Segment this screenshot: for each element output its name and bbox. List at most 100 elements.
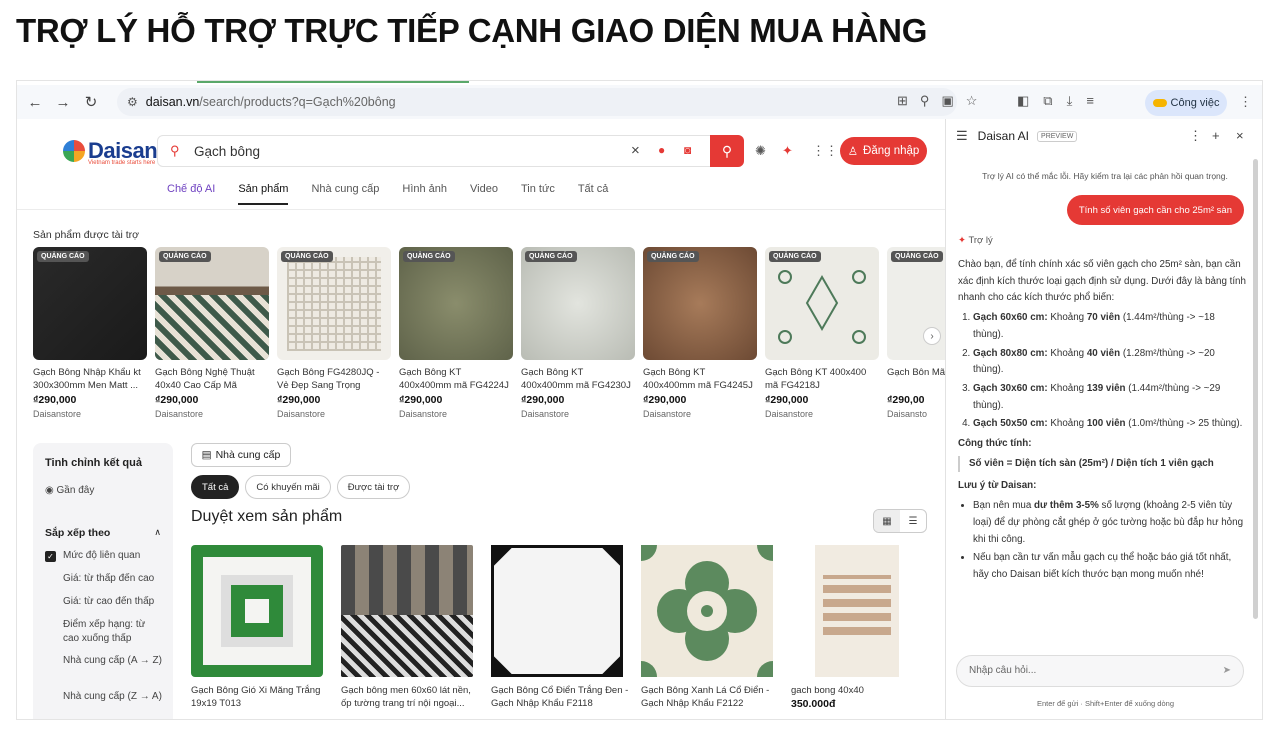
site-info-icon[interactable]: ⚙ <box>127 95 138 109</box>
product-card[interactable]: QUẢNG CÁO Gạch Bông KT 400x400mm mã FG42… <box>643 247 759 419</box>
browse-card[interactable]: Gạch Bông Xanh Lá Cổ Điển - Gạch Nhập Kh… <box>641 545 781 711</box>
product-price: 350.000đ <box>791 698 836 710</box>
ad-badge: QUẢNG CÁO <box>403 251 455 262</box>
browse-card[interactable]: Gạch Bông Gió Xi Măng Trắng 19x19 T013 <box>191 545 331 711</box>
note-text: Bạn nên mua <box>973 500 1035 512</box>
chip-sponsored[interactable]: Được tài trợ <box>336 475 411 499</box>
product-name: Gạch Bông Xanh Lá Cổ Điển - Gạch Nhập Kh… <box>641 685 770 709</box>
ai-sparkle-icon[interactable]: ✦ <box>782 143 793 159</box>
product-card[interactable]: QUẢNG CÁO Gạch Bông FG4280JQ - Vẻ Đẹp Sa… <box>277 247 393 419</box>
product-card[interactable]: QUẢNG CÁO Gạch Bông KT 400x400 mã FG4218… <box>765 247 881 419</box>
product-store: Daisanstore <box>277 409 326 419</box>
ad-badge: QUẢNG CÁO <box>525 251 577 262</box>
ad-badge: QUẢNG CÁO <box>37 251 89 262</box>
tab-video[interactable]: Video <box>470 183 498 205</box>
apps-grid-icon[interactable]: ⋮⋮ <box>812 143 838 159</box>
product-store: Daisanstore <box>33 409 82 419</box>
tab-suppliers[interactable]: Nhà cung cấp <box>311 183 379 205</box>
profile-label: Công việc <box>1170 97 1220 109</box>
daisan-page: Daisan Vietnam trade starts here ⚲ Gạch … <box>17 119 945 719</box>
extension-translate-icon[interactable]: ◧ <box>1017 93 1029 109</box>
sort-section-header[interactable]: Sắp xếp theo ∧ <box>45 527 161 539</box>
chip-all[interactable]: Tất cả <box>191 475 240 499</box>
grid-view-icon[interactable]: ▦ <box>874 510 900 532</box>
filter-chips: Tất cả Có khuyến mãi Được tài trợ <box>191 475 411 499</box>
list-item-count: 40 viên <box>1086 347 1121 359</box>
supplier-button[interactable]: ▤ Nhà cung cấp <box>191 443 291 467</box>
product-name: Gạch Bông Nhập Khẩu kt 300x300mm Men Mat… <box>33 367 141 391</box>
profile-button[interactable]: Công việc <box>1145 90 1227 116</box>
login-button[interactable]: ♙ Đăng nhập <box>840 137 927 165</box>
reload-icon[interactable]: ↻ <box>81 93 101 111</box>
product-store: Daisanstore <box>155 409 204 419</box>
product-price: ₫290,000 <box>277 394 321 406</box>
tab-products[interactable]: Sản phẩm <box>238 183 289 205</box>
sort-option-price-desc[interactable]: Giá: từ cao đến thấp <box>63 595 163 609</box>
list-item-count: 70 viên <box>1086 312 1121 324</box>
send-icon[interactable]: ➤ <box>1223 665 1231 676</box>
tile-pattern <box>778 270 866 344</box>
forward-icon[interactable]: → <box>53 94 73 111</box>
search-input[interactable]: Gạch bông <box>194 144 260 159</box>
sort-option-supplier-za[interactable]: Nhà cung cấp (Z → A) <box>63 690 163 704</box>
product-card[interactable]: QUẢNG CÁO Gạch Bông Nghệ Thuật 40x40 Cao… <box>155 247 271 419</box>
product-price: ₫290,000 <box>643 394 687 406</box>
sort-option-supplier-az[interactable]: Nhà cung cấp (A → Z) <box>63 654 163 668</box>
new-chat-icon[interactable]: + <box>1212 128 1220 143</box>
product-store: Daisansto <box>887 409 928 419</box>
carousel-next-button[interactable]: › <box>923 327 941 345</box>
browser-menu-icon[interactable]: ⋮ <box>1239 94 1252 110</box>
product-price: ₫290,000 <box>765 394 809 406</box>
product-card[interactable]: QUẢNG CÁO Gạch Bông KT 400x400mm mã FG42… <box>399 247 515 419</box>
search-box[interactable]: ⚲ Gạch bông × ● ◙ ⚲ <box>157 135 744 167</box>
chat-input[interactable]: Nhập câu hỏi... ➤ <box>956 655 1244 687</box>
translate-icon[interactable]: ⊞ <box>897 93 908 109</box>
near-me-option[interactable]: ◉ Gần đây <box>45 485 94 496</box>
list-item-text: (1.0m²/thùng -> 25 thùng). <box>1125 418 1243 430</box>
address-bar[interactable]: ⚙ daisan.vn/search/products?q=Gạch%20bôn… <box>117 88 957 116</box>
product-name: Gạch Bôn Mã FG42 <box>887 367 945 378</box>
product-name: Gạch Bông Cổ Điển Trắng Đen - Gạch Nhập … <box>491 685 629 709</box>
sponsored-title: Sản phẩm được tài trợ <box>33 229 140 241</box>
more-icon[interactable]: ⋮ <box>1189 128 1202 144</box>
theme-icon[interactable]: ✺ <box>755 143 766 159</box>
camera-icon[interactable]: ◙ <box>684 143 691 157</box>
zoom-icon[interactable]: ⚲ <box>920 93 930 109</box>
sort-option-price-asc[interactable]: Giá: từ thấp đến cao <box>63 572 163 586</box>
browse-card[interactable]: Gạch Bông Cổ Điển Trắng Đen - Gạch Nhập … <box>491 545 631 711</box>
mic-icon[interactable]: ● <box>658 143 665 157</box>
product-card[interactable]: QUẢNG CÁO Gạch Bông KT 400x400mm mã FG42… <box>521 247 637 419</box>
panel-scrollbar[interactable] <box>1253 159 1258 619</box>
chip-promo[interactable]: Có khuyến mãi <box>245 475 331 499</box>
sort-option-rating[interactable]: Điểm xếp hạng: từ cao xuống thấp <box>63 618 163 646</box>
location-icon: ◉ <box>45 485 54 496</box>
clear-icon[interactable]: × <box>631 142 640 159</box>
extensions-puzzle-icon[interactable]: ⧉ <box>1043 93 1052 109</box>
daisan-logo[interactable]: Daisan Vietnam trade starts here <box>63 138 158 166</box>
chevron-up-icon: ∧ <box>154 527 161 537</box>
menu-icon[interactable]: ☰ <box>956 128 968 144</box>
tab-all[interactable]: Tất cả <box>578 183 609 205</box>
download-icon[interactable]: ⤓ <box>1067 93 1073 109</box>
assistant-intro: Chào bạn, để tính chính xác số viên gạch… <box>958 259 1246 304</box>
store-icon: ▤ <box>201 449 212 461</box>
browser-window: ← → ↻ ⚙ daisan.vn/search/products?q=Gạch… <box>16 80 1263 720</box>
back-icon[interactable]: ← <box>25 94 45 111</box>
user-message: Tính số viên gạch cần cho 25m² sàn <box>1066 195 1244 225</box>
reading-list-icon[interactable]: ≡ <box>1086 93 1094 109</box>
bookmark-star-icon[interactable]: ☆ <box>966 93 978 109</box>
sort-option-relevance[interactable]: Mức độ liên quan <box>63 549 163 563</box>
product-card[interactable]: QUẢNG CÁO Gạch Bông Nhập Khẩu kt 300x300… <box>33 247 149 419</box>
search-button[interactable]: ⚲ <box>710 135 744 167</box>
tab-ai-mode[interactable]: Chế độ AI <box>167 183 215 205</box>
browse-card[interactable]: gach bong 40x40 350.000đ <box>791 545 931 710</box>
product-store: Daisanstore <box>399 409 448 419</box>
list-view-icon[interactable]: ☰ <box>900 510 926 532</box>
tab-images[interactable]: Hình ảnh <box>402 183 447 205</box>
close-icon[interactable]: × <box>1236 128 1244 143</box>
formula: Số viên = Diện tích sàn (25m²) / Diện tí… <box>958 455 1246 473</box>
browse-card[interactable]: Gạch bông men 60x60 lát nền, ốp tường tr… <box>341 545 481 711</box>
cast-icon[interactable]: ▣ <box>941 93 953 109</box>
tab-news[interactable]: Tin tức <box>521 183 555 205</box>
checkbox-checked[interactable]: ✓ <box>45 551 56 562</box>
